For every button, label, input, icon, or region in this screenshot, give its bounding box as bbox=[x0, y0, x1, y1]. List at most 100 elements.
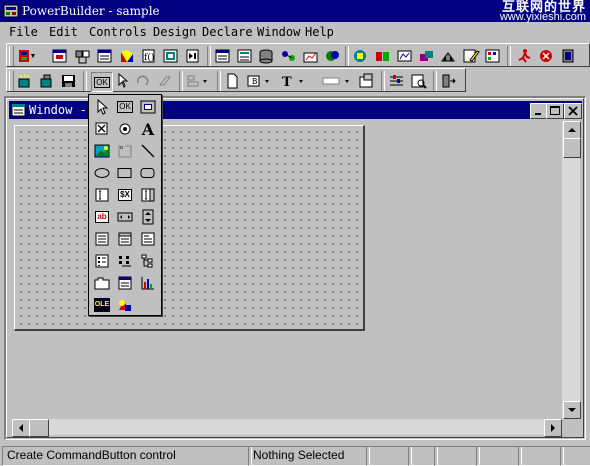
controls-palette: OK A o $X ab OLE bbox=[88, 94, 162, 316]
object-browser-icon[interactable] bbox=[417, 46, 437, 66]
edit-script-icon[interactable] bbox=[461, 46, 481, 66]
close-button[interactable] bbox=[564, 103, 582, 119]
toolbar-separator bbox=[217, 71, 221, 91]
editmask-spin-tool-icon[interactable] bbox=[138, 207, 158, 227]
new-document-icon[interactable] bbox=[223, 71, 243, 91]
library-painter-icon[interactable] bbox=[323, 46, 343, 66]
function-painter-icon[interactable]: f() bbox=[139, 46, 159, 66]
menu-painter-icon[interactable] bbox=[95, 46, 115, 66]
picturebutton-tool-icon[interactable] bbox=[138, 97, 158, 117]
user-object-tool-icon[interactable] bbox=[115, 295, 135, 315]
radiobutton-tool-icon[interactable] bbox=[115, 119, 135, 139]
pointer-icon[interactable] bbox=[113, 71, 133, 91]
commandbutton-tool-label: OK bbox=[117, 101, 133, 113]
scroll-up-button[interactable] bbox=[563, 121, 581, 139]
statictext-tool-icon[interactable]: A bbox=[138, 119, 158, 139]
multilineedit-tool-icon[interactable] bbox=[138, 185, 158, 205]
clear-icon bbox=[155, 71, 175, 91]
scroll-right-button[interactable] bbox=[544, 419, 562, 437]
toolbar-separator bbox=[345, 46, 349, 66]
report-painter-icon[interactable] bbox=[235, 46, 255, 66]
commandbutton-control-button[interactable]: OK bbox=[91, 72, 113, 92]
vertical-scrollbar[interactable] bbox=[562, 121, 581, 419]
menu-window[interactable]: Window bbox=[257, 25, 300, 39]
debug-icon[interactable] bbox=[373, 46, 393, 66]
status-panel-5 bbox=[434, 446, 480, 466]
dropdownpicturelistbox-tool-icon[interactable] bbox=[115, 251, 135, 271]
picture-tool-icon[interactable] bbox=[92, 141, 112, 161]
hscrollbar-tool-icon[interactable] bbox=[115, 207, 135, 227]
database-painter-icon[interactable] bbox=[257, 46, 277, 66]
preview-icon[interactable] bbox=[409, 71, 429, 91]
scroll-down-button[interactable] bbox=[563, 401, 581, 419]
listview-tool-icon[interactable] bbox=[138, 229, 158, 249]
toolbar-grip[interactable] bbox=[9, 71, 14, 91]
treeview-tool-icon[interactable] bbox=[138, 251, 158, 271]
richtextedit-tool-icon[interactable]: ab bbox=[92, 207, 112, 227]
commandbutton-tool[interactable]: OK bbox=[115, 97, 135, 117]
singlelineedit-tool-icon[interactable] bbox=[92, 185, 112, 205]
oval-tool-icon[interactable] bbox=[92, 163, 112, 183]
listbox-tool-icon[interactable] bbox=[92, 229, 112, 249]
maximize-icon bbox=[550, 106, 560, 115]
vertical-scroll-thumb[interactable] bbox=[563, 138, 581, 158]
graph-tool-icon[interactable] bbox=[138, 273, 158, 293]
menu-help[interactable]: Help bbox=[305, 25, 334, 39]
run-icon[interactable] bbox=[351, 46, 371, 66]
tab-order-icon[interactable] bbox=[387, 71, 407, 91]
save-icon[interactable] bbox=[59, 71, 79, 91]
groupbox-tool-icon[interactable]: o bbox=[115, 141, 135, 161]
dropdownlistbox-tool-icon[interactable] bbox=[115, 229, 135, 249]
text-dropdown-icon[interactable]: T bbox=[279, 71, 309, 91]
window-painter-icon[interactable] bbox=[51, 46, 71, 66]
olecontrol-tool[interactable]: OLE bbox=[92, 295, 112, 315]
project-painter-icon[interactable] bbox=[301, 46, 321, 66]
menu-controls[interactable]: Controls bbox=[89, 25, 147, 39]
window-painter-icon[interactable] bbox=[11, 103, 26, 120]
color-dropdown-icon[interactable] bbox=[319, 71, 355, 91]
powerbuilder-app-icon[interactable] bbox=[3, 3, 19, 19]
menu-declare[interactable]: Declare bbox=[202, 25, 253, 39]
maximize-button[interactable] bbox=[546, 103, 564, 119]
tab-tool-icon[interactable] bbox=[92, 273, 112, 293]
scroll-left-button[interactable] bbox=[12, 419, 30, 437]
library-list-icon[interactable] bbox=[439, 46, 459, 66]
pipeline-painter-icon[interactable] bbox=[183, 46, 203, 66]
picturelistbox-tool-icon[interactable] bbox=[92, 251, 112, 271]
app-title-bar[interactable]: PowerBuilder - sample 互联网的世界 www.yixiesh… bbox=[0, 0, 590, 23]
menu-edit[interactable]: Edit bbox=[49, 25, 78, 39]
application-painter-icon[interactable] bbox=[17, 46, 37, 66]
horizontal-scrollbar[interactable] bbox=[12, 419, 562, 437]
menu-file[interactable]: File bbox=[9, 25, 38, 39]
border-dropdown-icon[interactable]: B bbox=[245, 71, 275, 91]
statictext-glyph: A bbox=[141, 119, 155, 139]
properties-icon[interactable] bbox=[357, 71, 377, 91]
close-painter-icon[interactable] bbox=[439, 71, 459, 91]
rectangle-tool-icon[interactable] bbox=[115, 163, 135, 183]
browser-icon[interactable] bbox=[395, 46, 415, 66]
pointer-tool-icon[interactable] bbox=[92, 97, 112, 117]
new-icon[interactable] bbox=[15, 71, 35, 91]
datawindow-tool-icon[interactable] bbox=[115, 273, 135, 293]
open-icon[interactable] bbox=[37, 71, 57, 91]
data-pipeline-icon[interactable] bbox=[279, 46, 299, 66]
editmask-tool-icon[interactable]: $X bbox=[115, 185, 135, 205]
horizontal-scroll-thumb[interactable] bbox=[29, 419, 49, 437]
toolbar-grip[interactable] bbox=[9, 46, 14, 66]
query-painter-icon[interactable] bbox=[161, 46, 181, 66]
runner-icon[interactable] bbox=[515, 46, 535, 66]
close-icon bbox=[568, 106, 578, 116]
line-tool-icon[interactable] bbox=[138, 141, 158, 161]
stop-icon[interactable] bbox=[537, 46, 557, 66]
exit-icon[interactable] bbox=[559, 46, 579, 66]
datawindow-painter-icon[interactable] bbox=[213, 46, 233, 66]
user-object-painter-icon[interactable] bbox=[73, 46, 93, 66]
checkbox-tool-icon[interactable] bbox=[92, 119, 112, 139]
toolbar-separator bbox=[433, 71, 437, 91]
roundrectangle-tool-icon[interactable] bbox=[138, 163, 158, 183]
scrollbar-corner bbox=[562, 419, 580, 435]
structure-painter-icon[interactable] bbox=[117, 46, 137, 66]
window-design-surface[interactable] bbox=[14, 125, 365, 331]
menu-design[interactable]: Design bbox=[153, 25, 196, 39]
object-list-icon[interactable] bbox=[483, 46, 503, 66]
